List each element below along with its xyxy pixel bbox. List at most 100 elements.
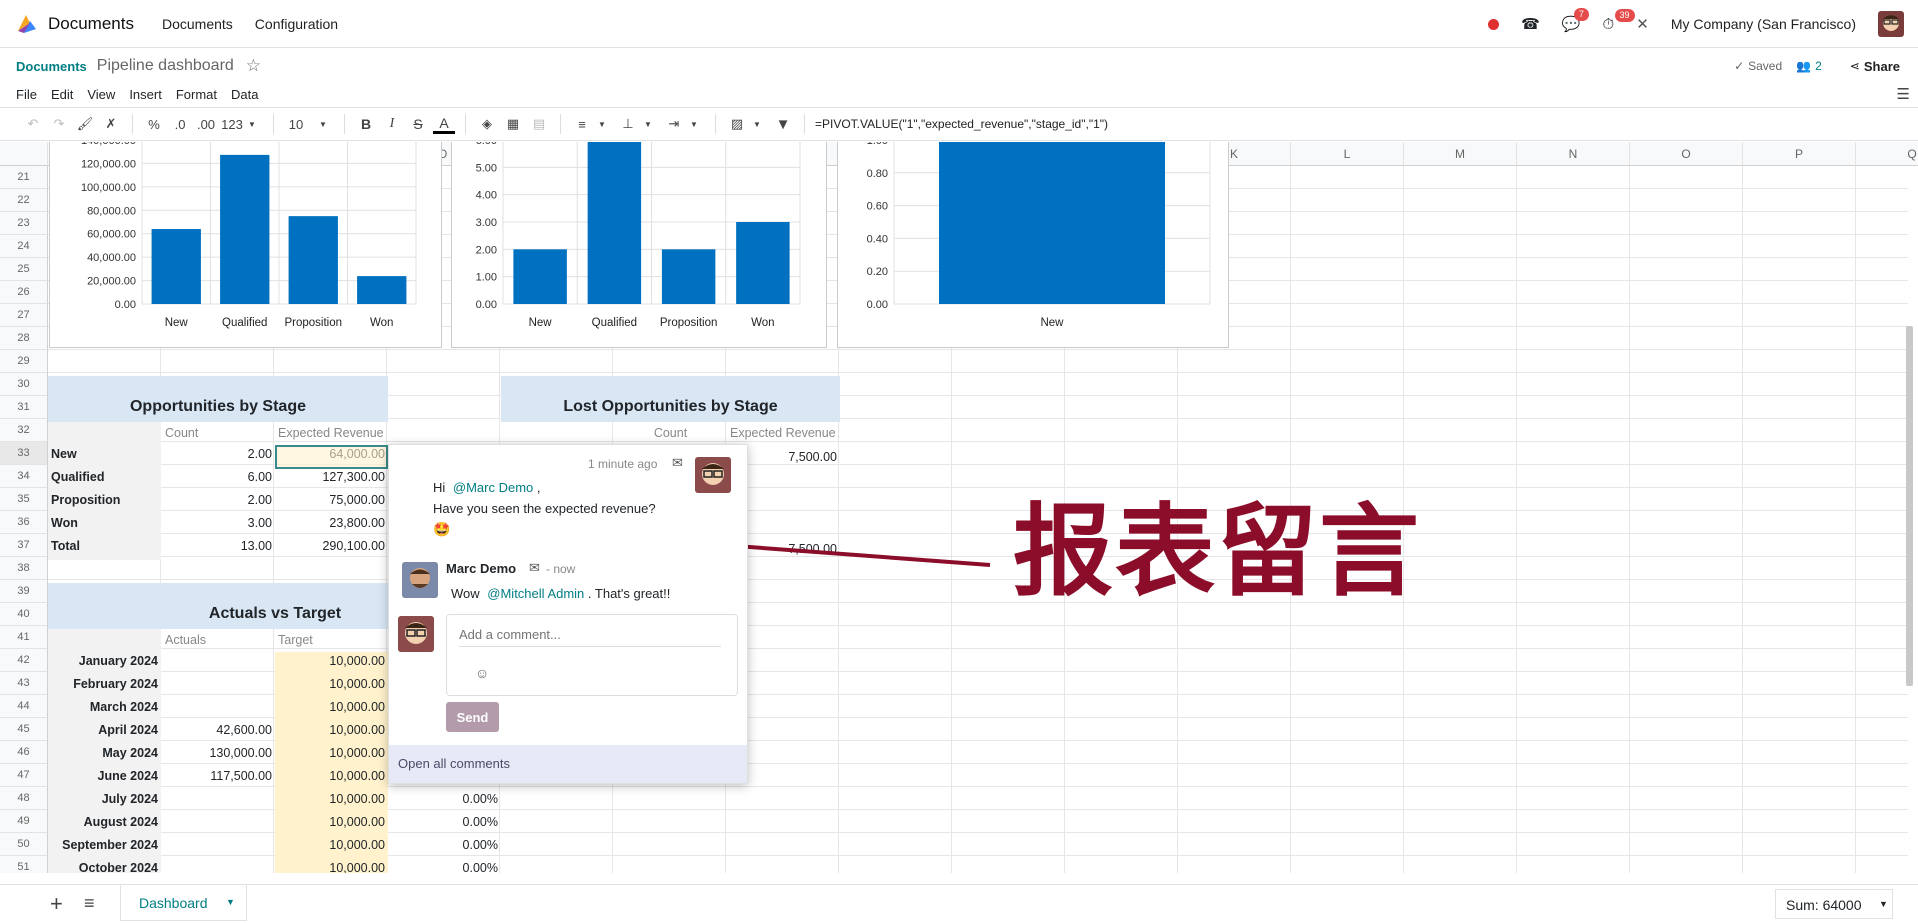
chevron-down-icon[interactable]: ▼	[746, 112, 768, 136]
table3-pct-cell[interactable]: 0.00%	[388, 788, 501, 811]
table3-actual-cell[interactable]	[162, 788, 275, 811]
table3-month-cell[interactable]: October 2024	[48, 857, 161, 873]
mitchell-avatar[interactable]	[695, 457, 731, 493]
row-header-36[interactable]: 36	[0, 511, 48, 534]
table3-actual-cell[interactable]	[162, 834, 275, 857]
chart-bar-new[interactable]	[151, 229, 201, 304]
format-percent-button[interactable]: %	[143, 112, 165, 136]
table2-title[interactable]: Lost Opportunities by Stage	[501, 395, 840, 418]
favorite-star-icon[interactable]: ☆	[246, 56, 261, 76]
table3-actual-cell[interactable]	[162, 696, 275, 719]
row-header-51[interactable]: 51	[0, 856, 48, 873]
column-header-m[interactable]: M	[1404, 142, 1517, 166]
menu-configuration[interactable]: Configuration	[255, 16, 338, 32]
messages-icon[interactable]: 💬 7	[1562, 8, 1589, 33]
table3-month-cell[interactable]: February 2024	[48, 673, 161, 696]
menu-edit[interactable]: Edit	[51, 87, 73, 102]
row-header-30[interactable]: 30	[0, 373, 48, 396]
envelope-icon[interactable]: ✉	[672, 455, 683, 471]
table3-target-cell[interactable]: 10,000.00	[275, 650, 388, 673]
bold-button[interactable]: B	[355, 112, 377, 136]
chart-bar-won[interactable]	[357, 276, 407, 304]
chart-bar-qualified[interactable]	[220, 154, 270, 304]
menu-data[interactable]: Data	[231, 87, 258, 102]
table3-pct-cell[interactable]: 0.00%	[388, 834, 501, 857]
chart-lost-opportunities[interactable]: 1.00 0.80 0.60 0.40 0.20 0.00 New	[837, 142, 1229, 348]
row-header-24[interactable]: 24	[0, 235, 48, 258]
row-header-39[interactable]: 39	[0, 580, 48, 603]
chevron-down-icon[interactable]: ▼	[591, 112, 613, 136]
table3-pct-cell[interactable]: 0.00%	[388, 857, 501, 873]
table3-month-cell[interactable]: September 2024	[48, 834, 161, 857]
aggregate-sum-select[interactable]: Sum: 64000 ▼	[1775, 889, 1893, 919]
app-title[interactable]: Documents	[48, 14, 134, 34]
chart-bar-won[interactable]	[736, 222, 790, 304]
row-header-37[interactable]: 37	[0, 534, 48, 557]
sheet-tab-dashboard[interactable]: Dashboard ▼	[120, 885, 247, 921]
table1-count-cell[interactable]: 2.00	[162, 443, 275, 466]
table2-header-revenue[interactable]: Expected Revenue	[727, 422, 847, 445]
table3-target-cell[interactable]: 10,000.00	[275, 788, 388, 811]
spreadsheet-grid[interactable]: ABCDEFGHIJKLMNOPQR 212223242526272829303…	[0, 142, 1918, 873]
user-avatar[interactable]	[1878, 11, 1904, 37]
table3-target-cell[interactable]: 10,000.00	[275, 834, 388, 857]
table3-actual-cell[interactable]	[162, 650, 275, 673]
text-wrap-icon[interactable]: ⇥	[663, 112, 685, 136]
table3-month-cell[interactable]: July 2024	[48, 788, 161, 811]
table3-month-cell[interactable]: August 2024	[48, 811, 161, 834]
row-header-41[interactable]: 41	[0, 626, 48, 649]
row-header-45[interactable]: 45	[0, 718, 48, 741]
decrease-decimal-button[interactable]: .0	[169, 112, 191, 136]
table1-stage-cell[interactable]: Qualified	[48, 466, 161, 489]
table1-stage-cell[interactable]: Proposition	[48, 489, 161, 512]
activities-icon[interactable]: ⏱ 39	[1603, 8, 1635, 33]
add-sheet-icon[interactable]: +	[50, 891, 63, 917]
table1-stage-cell[interactable]: Total	[48, 535, 161, 558]
menu-insert[interactable]: Insert	[129, 87, 162, 102]
row-header-48[interactable]: 48	[0, 787, 48, 810]
row-header-35[interactable]: 35	[0, 488, 48, 511]
breadcrumb-current[interactable]: Pipeline dashboard	[97, 57, 234, 75]
chevron-down-icon[interactable]: ▼	[226, 897, 235, 907]
table1-revenue-cell[interactable]: 75,000.00	[275, 489, 388, 512]
paint-format-icon[interactable]: 🖌	[74, 112, 96, 136]
table1-count-cell[interactable]: 13.00	[162, 535, 275, 558]
row-header-28[interactable]: 28	[0, 327, 48, 350]
table3-header-actuals[interactable]: Actuals	[162, 629, 275, 652]
table1-revenue-cell[interactable]: 127,300.00	[275, 466, 388, 489]
table1-title[interactable]: Opportunities by Stage	[48, 395, 388, 418]
chart-bar-new[interactable]	[513, 249, 567, 304]
sheet-list-icon[interactable]: ≡	[84, 893, 95, 914]
row-header-29[interactable]: 29	[0, 350, 48, 373]
tools-icon[interactable]: ✕	[1636, 15, 1649, 33]
marc-demo-avatar[interactable]	[402, 562, 438, 598]
table1-header-count[interactable]: Count	[162, 422, 275, 445]
text-color-button[interactable]: A	[433, 114, 455, 134]
table3-month-cell[interactable]: January 2024	[48, 650, 161, 673]
column-header-l[interactable]: L	[1291, 142, 1404, 166]
chart-bar-new[interactable]	[939, 142, 1165, 304]
phone-icon[interactable]: ☎	[1521, 15, 1540, 33]
vertical-align-icon[interactable]: ⊥	[617, 112, 639, 136]
table3-month-cell[interactable]: March 2024	[48, 696, 161, 719]
menu-view[interactable]: View	[87, 87, 115, 102]
table1-count-cell[interactable]: 6.00	[162, 466, 275, 489]
table3-actual-cell[interactable]: 117,500.00	[162, 765, 275, 788]
column-header-p[interactable]: P	[1743, 142, 1856, 166]
menu-documents[interactable]: Documents	[162, 16, 233, 32]
italic-button[interactable]: I	[381, 112, 403, 136]
row-header-50[interactable]: 50	[0, 833, 48, 856]
row-header-21[interactable]: 21	[0, 166, 48, 189]
table1-count-cell[interactable]: 2.00	[162, 489, 275, 512]
table3-pct-cell[interactable]: 0.00%	[388, 811, 501, 834]
mention-mitchell-admin[interactable]: @Mitchell Admin	[487, 586, 584, 601]
chevron-down-icon[interactable]: ▼	[312, 112, 334, 136]
menu-format[interactable]: Format	[176, 87, 217, 102]
fill-color-icon[interactable]: ◈	[476, 112, 498, 136]
table3-header-target[interactable]: Target	[275, 629, 388, 652]
table3-actual-cell[interactable]: 130,000.00	[162, 742, 275, 765]
vertical-scrollbar[interactable]	[1906, 326, 1913, 686]
row-header-32[interactable]: 32	[0, 419, 48, 442]
merge-cells-icon[interactable]: ▤	[528, 112, 550, 136]
mention-marc-demo[interactable]: @Marc Demo	[453, 480, 533, 495]
